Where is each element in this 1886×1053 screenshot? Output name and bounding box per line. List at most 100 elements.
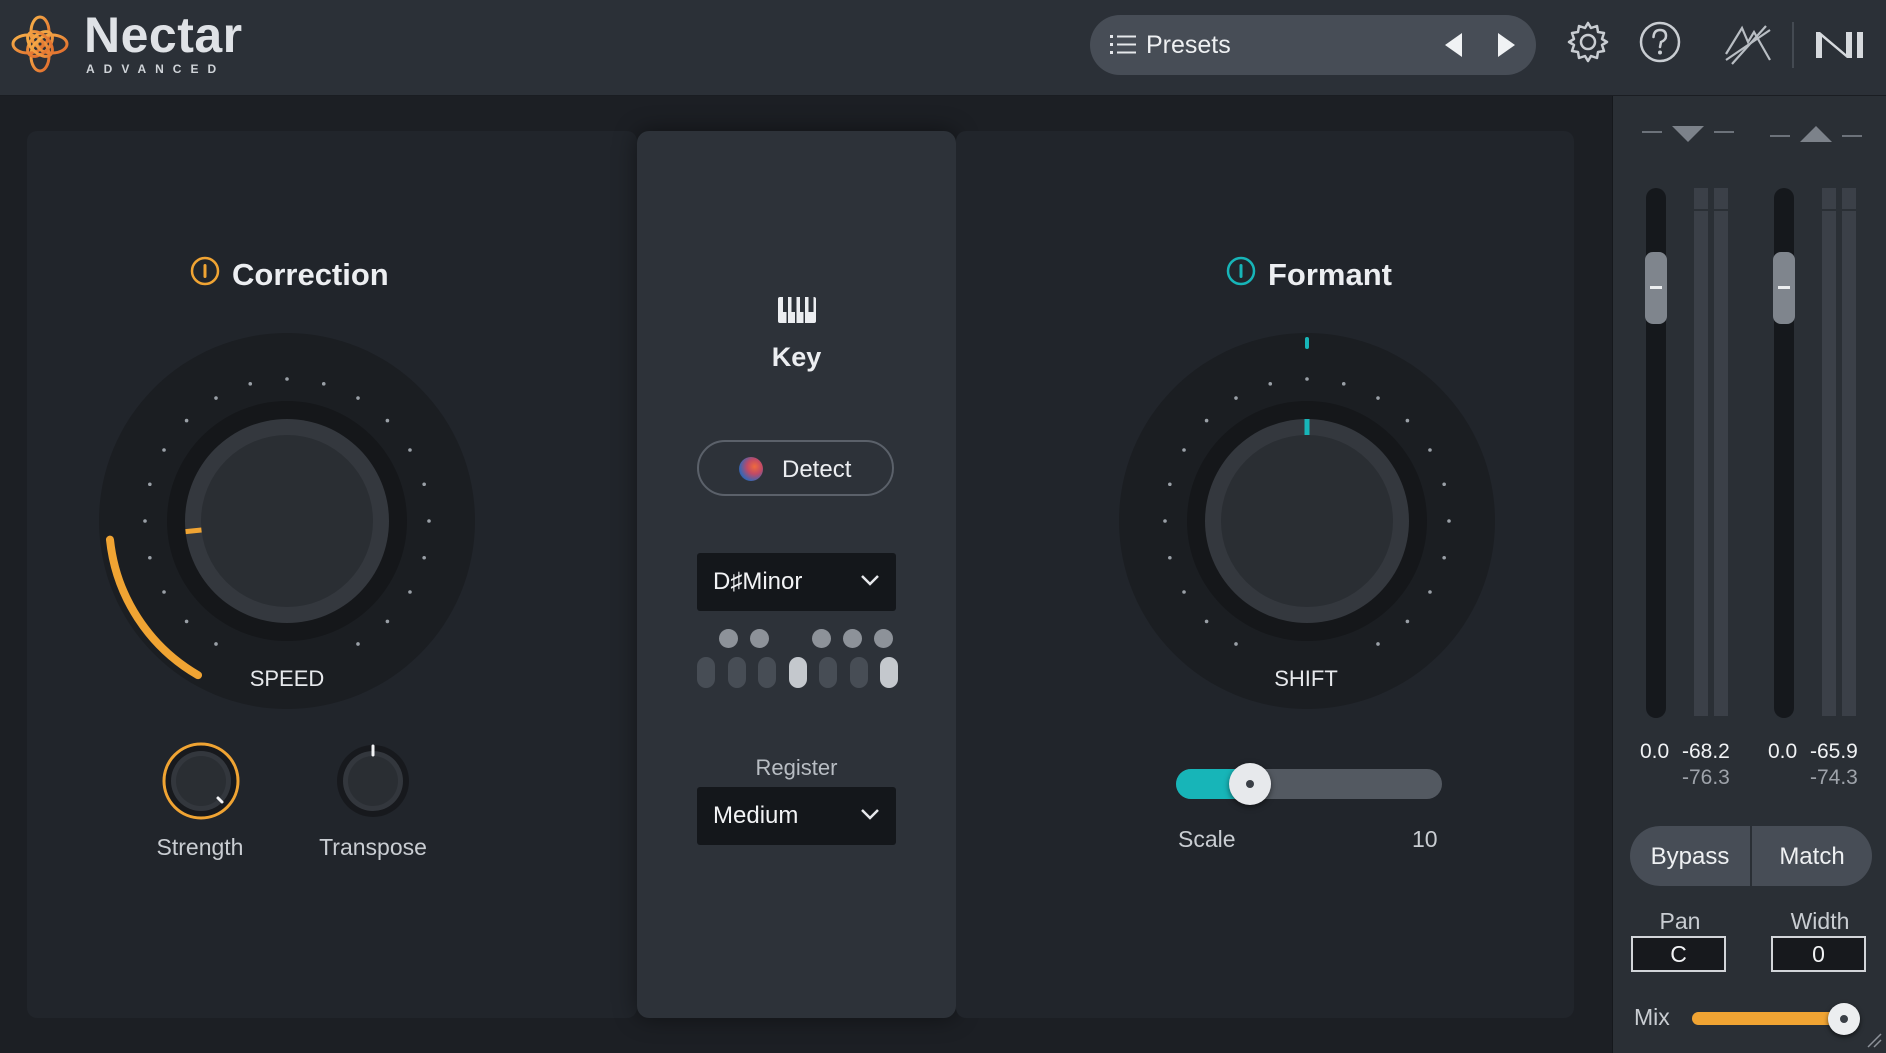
knob-tick — [408, 448, 412, 452]
knob-tick — [1234, 396, 1238, 400]
output-level-meter-right — [1842, 188, 1856, 716]
app-name: Nectar — [84, 7, 243, 63]
black-key[interactable] — [812, 629, 831, 648]
white-key[interactable] — [727, 657, 746, 688]
width-label: Width — [1790, 908, 1850, 934]
white-key[interactable] — [819, 657, 837, 688]
bypass-button[interactable]: Bypass — [1630, 826, 1750, 886]
black-key[interactable] — [843, 629, 862, 648]
mix-slider[interactable] — [1692, 1012, 1850, 1025]
transpose-label: Transpose — [319, 834, 427, 860]
knob-tick — [285, 377, 289, 381]
knob-tick — [214, 642, 218, 646]
input-level-value: -68.2 — [1682, 740, 1730, 763]
knob-tick — [422, 482, 426, 487]
knob-tick — [427, 519, 431, 523]
key-select[interactable]: D♯Minor — [697, 553, 896, 611]
app-edition: ADVANCED — [86, 62, 226, 76]
output-level-meter-left — [1822, 188, 1836, 716]
knob-tick — [184, 418, 189, 423]
knob-tick — [1305, 377, 1309, 381]
knob-tick — [356, 396, 360, 400]
mix-slider-fill — [1692, 1012, 1844, 1025]
knob-tick — [148, 482, 152, 487]
input-gain-fader-thumb[interactable] — [1645, 252, 1667, 324]
knob-tick — [214, 396, 218, 400]
detect-orb-icon — [739, 457, 763, 481]
mix-label: Mix — [1634, 1004, 1670, 1030]
knob-tick — [1428, 590, 1432, 594]
white-key[interactable] — [758, 657, 776, 688]
pan-label: Pan — [1659, 908, 1701, 934]
register-select[interactable]: Medium — [697, 787, 896, 845]
pan-field[interactable]: C — [1631, 936, 1726, 972]
header-bar: Nectar ADVANCED Presets — [0, 0, 1886, 96]
prev-arrow-icon[interactable] — [1442, 31, 1466, 59]
knob-tick — [1376, 396, 1380, 400]
next-arrow-icon[interactable] — [1494, 31, 1518, 59]
knob-tick — [1341, 382, 1346, 386]
key-value: D♯Minor — [713, 568, 803, 595]
piano-keys-icon — [778, 297, 816, 323]
white-key[interactable] — [849, 657, 868, 688]
knob-tick — [184, 619, 189, 624]
knob-tick — [385, 619, 390, 624]
output-gain-fader-thumb[interactable] — [1773, 252, 1795, 324]
help-icon[interactable] — [1638, 20, 1682, 64]
black-key[interactable] — [750, 629, 769, 648]
register-label: Register — [755, 755, 838, 780]
knob-tick — [1376, 642, 1380, 646]
transpose-knob[interactable] — [330, 738, 416, 824]
output-meter-arrow-icon — [1770, 126, 1862, 142]
shift-knob[interactable] — [1116, 330, 1498, 712]
white-key[interactable] — [697, 657, 715, 688]
resize-handle-icon[interactable] — [1864, 1030, 1882, 1048]
strength-knob[interactable] — [158, 738, 244, 824]
izotope-logo-icon[interactable] — [1722, 20, 1774, 68]
knob-tick — [1234, 642, 1238, 646]
bypass-label: Bypass — [1650, 843, 1730, 870]
presets-bar[interactable]: Presets — [1090, 15, 1536, 75]
knob-tick — [1405, 619, 1410, 624]
output-rms-value: -74.3 — [1810, 766, 1858, 789]
match-button[interactable]: Match — [1752, 826, 1872, 886]
knob-tick — [1447, 519, 1451, 523]
correction-power-icon[interactable] — [189, 255, 221, 287]
black-key[interactable] — [874, 629, 893, 648]
knob-tick — [408, 590, 412, 594]
gear-icon[interactable] — [1566, 20, 1610, 64]
knob-tick — [1268, 382, 1273, 386]
knob-tick — [356, 642, 360, 646]
input-meter-arrow-icon — [1642, 126, 1734, 142]
detect-button[interactable]: Detect — [697, 440, 894, 496]
white-key[interactable] — [788, 657, 807, 688]
nectar-logo-icon — [11, 15, 69, 73]
key-title: Key — [771, 342, 822, 372]
ni-logo-icon[interactable] — [1812, 28, 1868, 62]
formant-title: Formant — [1268, 257, 1392, 292]
knob-tick — [1442, 482, 1446, 487]
knob-tick — [248, 382, 253, 386]
width-field[interactable]: 0 — [1771, 936, 1866, 972]
knob-tick — [422, 555, 426, 560]
knob-tick — [162, 590, 166, 594]
header-divider — [1792, 22, 1794, 68]
formant-power-icon[interactable] — [1225, 255, 1257, 287]
knob-tick — [1168, 555, 1172, 560]
speed-knob[interactable] — [96, 330, 478, 712]
scale-value: 10 — [1412, 826, 1438, 852]
knob-tick — [1168, 482, 1172, 487]
match-label: Match — [1779, 843, 1845, 870]
knob-tick — [385, 418, 390, 423]
input-level-meter-left — [1694, 188, 1708, 716]
scale-slider[interactable] — [1176, 769, 1442, 799]
knob-tick — [1182, 590, 1186, 594]
correction-title: Correction — [232, 257, 389, 292]
knob-tick — [162, 448, 166, 452]
chevron-down-icon — [861, 809, 879, 820]
knob-tick — [148, 555, 152, 560]
white-key[interactable] — [880, 657, 898, 688]
mix-slider-thumb[interactable] — [1827, 1003, 1860, 1035]
black-key[interactable] — [719, 629, 738, 648]
output-level-value: -65.9 — [1810, 740, 1858, 763]
